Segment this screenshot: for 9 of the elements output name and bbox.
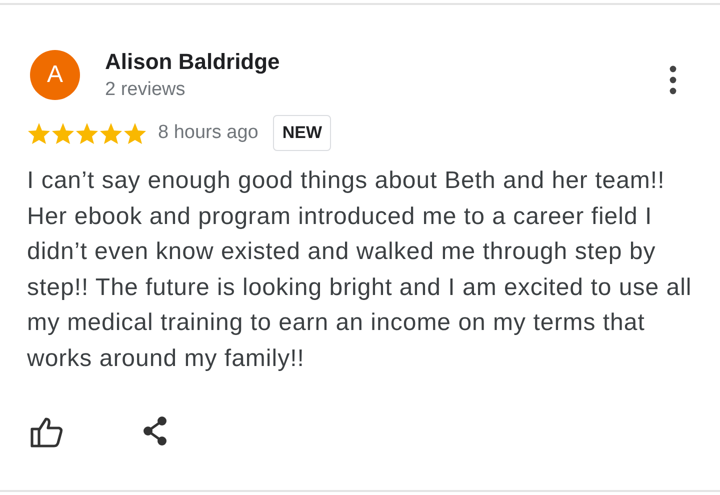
more-options-icon[interactable] <box>668 65 678 95</box>
review-time: 8 hours ago <box>158 122 258 144</box>
author-name[interactable]: Alison Baldridge <box>105 49 668 75</box>
avatar: A <box>30 50 80 100</box>
review-count: 2 reviews <box>105 79 186 101</box>
new-badge: NEW <box>273 115 332 151</box>
thumbs-up-icon[interactable] <box>30 416 64 448</box>
share-icon[interactable] <box>141 416 169 446</box>
review-text: I can’t say enough good things about Beth and her team!! Her ebook and program introduced me to a career field I didn’t even know existed and walked me through step by step!! The future is looking bright and I am excited to use all my medical training to earn an income on my terms that works around my family!! <box>27 166 693 374</box>
